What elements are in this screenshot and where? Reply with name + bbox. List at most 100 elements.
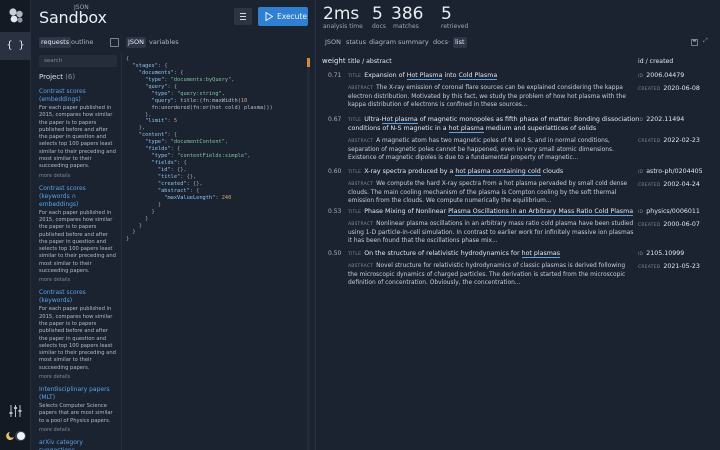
title-label: TITLE bbox=[348, 74, 362, 79]
highlighted-term: hot plasmas bbox=[521, 250, 561, 258]
title-text: Ultra- bbox=[364, 116, 382, 123]
result-title[interactable]: TITLE On the structure of relativistic hy… bbox=[348, 250, 648, 259]
request-item[interactable]: Contrast scores (keywords) For each paper… bbox=[39, 289, 117, 380]
created-label: CREATED bbox=[638, 265, 661, 270]
request-list: Contrast scores (embeddings) For each pap… bbox=[39, 88, 117, 450]
title-text: clouds bbox=[540, 168, 564, 175]
request-more-details-link[interactable]: more details bbox=[39, 277, 117, 283]
result-weight: 0.71 bbox=[328, 72, 342, 79]
tab-diagram[interactable]: diagram bbox=[367, 37, 398, 48]
result-title[interactable]: TITLE Ultra-Hot plasma of magnetic monopo… bbox=[348, 116, 648, 133]
stat-retrieved-label: retrieved bbox=[441, 23, 469, 30]
result-created: CREATED 2022-02-23 bbox=[638, 137, 700, 144]
save-icon[interactable] bbox=[691, 39, 698, 46]
execute-button[interactable]: Execute bbox=[258, 7, 308, 26]
panel-divider[interactable] bbox=[121, 52, 122, 450]
request-search-input[interactable]: search bbox=[39, 55, 117, 67]
result-id[interactable]: ID astro-ph/0204405 bbox=[638, 168, 703, 175]
request-more-details-link[interactable]: more details bbox=[39, 374, 117, 380]
created-value: 2022-02-23 bbox=[663, 137, 700, 144]
abstract-label: ABSTRACT bbox=[348, 86, 374, 91]
code-line: "limit": 5 bbox=[145, 118, 178, 125]
abstract-text: Novel structure for relativistic hydrody… bbox=[348, 263, 626, 287]
result-id[interactable]: ID physics/0006011 bbox=[638, 208, 700, 215]
editor-scrollbar-thumb[interactable] bbox=[307, 58, 310, 67]
result-title[interactable]: TITLE Phase Mixing of Nonlinear Plasma Os… bbox=[348, 208, 648, 217]
project-heading: Project (6) bbox=[39, 73, 75, 81]
result-weight: 0.60 bbox=[328, 168, 342, 175]
code-line: "maxValueLength": 240 bbox=[164, 194, 232, 201]
request-item[interactable]: Contrast scores (embeddings) For each pap… bbox=[39, 88, 117, 179]
abstract-label: ABSTRACT bbox=[348, 139, 374, 144]
request-item[interactable]: Contrast scores (keywords ∩ embeddings) F… bbox=[39, 185, 117, 284]
result-created: CREATED 2000-06-07 bbox=[638, 221, 700, 228]
tab-variables[interactable]: variables bbox=[147, 37, 181, 48]
created-label: CREATED bbox=[638, 183, 661, 188]
code-line: "documents": { bbox=[138, 69, 184, 76]
title-label: TITLE bbox=[348, 252, 362, 257]
result-title[interactable]: TITLE Expansion of Hot Plasma into Cold P… bbox=[348, 72, 648, 81]
request-title[interactable]: Contrast scores (embeddings) bbox=[39, 88, 117, 104]
code-line: } bbox=[138, 222, 142, 229]
highlighted-term: hot plasma bbox=[448, 125, 484, 133]
stat-matches-label: matches bbox=[393, 23, 419, 30]
play-icon bbox=[265, 12, 273, 21]
result-title[interactable]: TITLE X-ray spectra produced by a hot pla… bbox=[348, 168, 648, 177]
menu-button[interactable] bbox=[234, 8, 252, 25]
result-created: CREATED 2021-05-23 bbox=[638, 263, 700, 270]
code-line: "fields": { bbox=[145, 146, 181, 153]
code-line: "type": "documents:byQuery", bbox=[145, 76, 235, 83]
abstract-label: ABSTRACT bbox=[348, 222, 374, 227]
settings-sliders-icon[interactable] bbox=[8, 404, 23, 418]
json-editor[interactable]: { "stages": { "documents": { "type": "do… bbox=[126, 56, 312, 450]
highlighted-term: Plasma Oscillations in an Arbitrary Mass… bbox=[448, 208, 634, 216]
request-title[interactable]: Contrast scores (keywords ∩ embeddings) bbox=[39, 185, 117, 209]
editor-scrollbar[interactable] bbox=[307, 58, 310, 450]
request-item[interactable]: arXiv category suggestions bbox=[39, 439, 117, 450]
theme-toggle-icon[interactable] bbox=[5, 430, 27, 442]
request-description: Selects Computer Science papers that are… bbox=[39, 403, 113, 424]
stat-docs-label: docs bbox=[372, 23, 386, 30]
abstract-text: Nonlinear plasma oscillations in an arbi… bbox=[348, 221, 634, 245]
tab-summary[interactable]: summary bbox=[396, 37, 431, 48]
created-value: 2002-04-24 bbox=[663, 181, 700, 188]
tab-separator: · bbox=[448, 38, 451, 46]
result-abstract: ABSTRACT We compute the hard X-ray spectr… bbox=[348, 180, 636, 206]
tab-list[interactable]: list bbox=[453, 37, 467, 48]
request-item[interactable]: Interdisciplinary papers (MLT) Selects Co… bbox=[39, 386, 117, 433]
project-title: Project bbox=[39, 73, 63, 81]
tab-json[interactable]: JSON bbox=[126, 37, 147, 48]
code-line: }, bbox=[145, 111, 152, 118]
request-more-details-link[interactable]: more details bbox=[39, 173, 117, 179]
title-label: TITLE bbox=[348, 210, 362, 215]
request-description: For each paper published in 2015, compar… bbox=[39, 306, 116, 371]
main-divider[interactable] bbox=[315, 0, 316, 450]
request-more-details-link[interactable]: more details bbox=[39, 427, 117, 433]
request-title[interactable]: Interdisciplinary papers (MLT) bbox=[39, 386, 117, 402]
created-value: 2021-05-23 bbox=[663, 263, 700, 270]
request-title[interactable]: Contrast scores (keywords) bbox=[39, 289, 117, 305]
code-line: } bbox=[132, 229, 136, 236]
result-id[interactable]: ID 2202.11494 bbox=[638, 116, 684, 123]
panel-toggle-icon[interactable] bbox=[110, 38, 119, 47]
code-line: "title": {}, bbox=[157, 173, 197, 180]
id-value: 2006.04479 bbox=[646, 72, 685, 79]
code-line: "id": {}, bbox=[157, 167, 187, 173]
result-id[interactable]: ID 2105.10999 bbox=[638, 250, 684, 257]
highlighted-term: hot plasma containing cold bbox=[455, 168, 541, 176]
abstract-label: ABSTRACT bbox=[348, 264, 374, 269]
code-line: "query": { bbox=[145, 83, 178, 90]
highlighted-term: Hot Plasma bbox=[406, 72, 443, 80]
tab-requests[interactable]: requests bbox=[39, 37, 72, 48]
tab-status[interactable]: status bbox=[344, 37, 368, 48]
query-editor-nav-icon[interactable]: { } bbox=[0, 32, 31, 60]
code-line: "abstract": { bbox=[157, 187, 200, 194]
result-id[interactable]: ID 2006.04479 bbox=[638, 72, 684, 79]
result-weight: 0.53 bbox=[328, 208, 342, 215]
created-label: CREATED bbox=[638, 139, 661, 144]
tab-json-result[interactable]: JSON bbox=[323, 37, 343, 48]
expand-icon[interactable]: ⤢ bbox=[703, 37, 708, 45]
tab-outline[interactable]: outline bbox=[69, 37, 95, 48]
request-title[interactable]: arXiv category suggestions bbox=[39, 439, 117, 450]
title-text: medium and superlattices of solids bbox=[483, 125, 597, 132]
